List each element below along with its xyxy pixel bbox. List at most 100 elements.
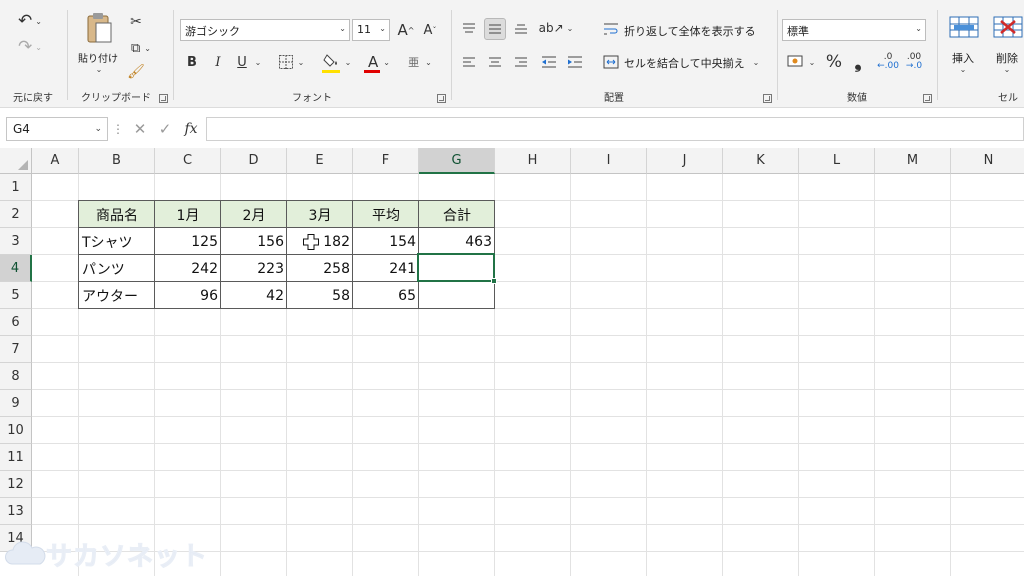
select-all-button[interactable]: [0, 148, 32, 174]
underline-button[interactable]: U: [234, 52, 250, 72]
wrap-text-icon[interactable]: [602, 20, 620, 38]
row-header-13[interactable]: 13: [0, 498, 32, 525]
table-cell[interactable]: パンツ: [79, 255, 155, 282]
insert-function-button[interactable]: fx: [180, 119, 202, 139]
merge-dropdown-icon[interactable]: ⌄: [750, 54, 762, 70]
table-cell[interactable]: 96: [155, 282, 221, 309]
enter-icon[interactable]: ✓: [155, 119, 175, 139]
table-cell[interactable]: 463: [419, 228, 495, 255]
increase-indent-icon[interactable]: [566, 52, 584, 72]
table-header-cell[interactable]: 商品名: [79, 201, 155, 228]
column-header-i[interactable]: I: [571, 148, 647, 174]
table-cell[interactable]: 242: [155, 255, 221, 282]
wrap-text-button[interactable]: 折り返して全体を表示する: [624, 23, 756, 39]
paste-icon[interactable]: [82, 10, 116, 46]
font-name-select[interactable]: 游ゴシック ⌄: [180, 19, 350, 41]
column-header-b[interactable]: B: [79, 148, 155, 174]
row-header-10[interactable]: 10: [0, 417, 32, 444]
table-header-cell[interactable]: 1月: [155, 201, 221, 228]
cut-icon[interactable]: ✂: [126, 12, 146, 32]
column-header-l[interactable]: L: [799, 148, 875, 174]
column-header-n[interactable]: N: [951, 148, 1024, 174]
table-cell[interactable]: 182: [287, 228, 353, 255]
row-header-11[interactable]: 11: [0, 444, 32, 471]
cancel-icon[interactable]: ✕: [130, 119, 150, 139]
font-size-select[interactable]: 11 ⌄: [352, 19, 390, 41]
insert-dropdown-icon[interactable]: ⌄: [958, 64, 968, 74]
row-header-12[interactable]: 12: [0, 471, 32, 498]
fill-handle[interactable]: [491, 278, 497, 284]
table-cell[interactable]: 241: [353, 255, 419, 282]
border-icon[interactable]: ⌄: [276, 52, 306, 72]
column-header-g[interactable]: G: [419, 148, 495, 174]
table-header-cell[interactable]: 3月: [287, 201, 353, 228]
grow-font-icon[interactable]: A ^: [396, 20, 416, 40]
number-launcher-icon[interactable]: [923, 94, 932, 103]
column-header-f[interactable]: F: [353, 148, 419, 174]
table-cell[interactable]: 154: [353, 228, 419, 255]
undo-icon[interactable]: ↶ ⌄: [18, 10, 42, 32]
comma-button[interactable]: ❟: [850, 52, 866, 73]
table-cell[interactable]: 125: [155, 228, 221, 255]
row-header-1[interactable]: 1: [0, 174, 32, 201]
row-header-6[interactable]: 6: [0, 309, 32, 336]
formula-bar-grip-icon[interactable]: ⋮: [112, 120, 124, 138]
shrink-font-icon[interactable]: Aˇ: [420, 20, 440, 40]
merge-center-button[interactable]: セルを結合して中央揃え: [624, 55, 745, 71]
align-center-icon[interactable]: [486, 52, 504, 72]
row-header-2[interactable]: 2: [0, 201, 32, 228]
column-header-d[interactable]: D: [221, 148, 287, 174]
column-header-k[interactable]: K: [723, 148, 799, 174]
furigana-icon[interactable]: 亜 ⌄: [406, 52, 434, 72]
column-header-e[interactable]: E: [287, 148, 353, 174]
column-header-a[interactable]: A: [32, 148, 79, 174]
decrease-indent-icon[interactable]: [540, 52, 558, 72]
table-cell[interactable]: 223: [221, 255, 287, 282]
clipboard-launcher-icon[interactable]: [159, 94, 168, 103]
align-right-icon[interactable]: [512, 52, 530, 72]
name-box[interactable]: G4 ⌄: [6, 117, 108, 141]
merge-center-icon[interactable]: [602, 53, 620, 71]
column-header-j[interactable]: J: [647, 148, 723, 174]
bold-button[interactable]: B: [184, 52, 200, 72]
bottom-align-icon[interactable]: [512, 18, 530, 38]
redo-icon[interactable]: ↷ ⌄: [18, 36, 42, 58]
table-cell[interactable]: 258: [287, 255, 353, 282]
insert-cells-icon[interactable]: [948, 14, 980, 40]
currency-icon[interactable]: ⌄: [784, 52, 818, 72]
row-header-5[interactable]: 5: [0, 282, 32, 309]
top-align-icon[interactable]: [460, 18, 478, 38]
table-cell[interactable]: 156: [221, 228, 287, 255]
column-header-m[interactable]: M: [875, 148, 951, 174]
number-format-select[interactable]: 標準 ⌄: [782, 19, 926, 41]
formula-input[interactable]: [206, 117, 1024, 141]
table-header-cell[interactable]: 合計: [419, 201, 495, 228]
decrease-decimal-icon[interactable]: .00 →.0: [904, 52, 924, 72]
table-cell[interactable]: Tシャツ: [79, 228, 155, 255]
alignment-launcher-icon[interactable]: [763, 94, 772, 103]
row-header-4[interactable]: 4: [0, 255, 32, 282]
increase-decimal-icon[interactable]: .0 ←.00: [877, 52, 899, 72]
row-header-7[interactable]: 7: [0, 336, 32, 363]
delete-dropdown-icon[interactable]: ⌄: [1002, 64, 1012, 74]
percent-button[interactable]: %: [824, 52, 844, 72]
font-launcher-icon[interactable]: [437, 94, 446, 103]
row-header-3[interactable]: 3: [0, 228, 32, 255]
column-header-h[interactable]: H: [495, 148, 571, 174]
active-cell-g4[interactable]: [417, 253, 495, 282]
row-header-9[interactable]: 9: [0, 390, 32, 417]
underline-dropdown-icon[interactable]: ⌄: [252, 52, 264, 72]
paste-button[interactable]: 貼り付け: [78, 50, 118, 65]
table-header-cell[interactable]: 2月: [221, 201, 287, 228]
table-cell[interactable]: 65: [353, 282, 419, 309]
table-cell[interactable]: アウター: [79, 282, 155, 309]
table-cell[interactable]: 58: [287, 282, 353, 309]
column-header-c[interactable]: C: [155, 148, 221, 174]
paste-dropdown-icon[interactable]: ⌄: [94, 64, 104, 74]
align-left-icon[interactable]: [460, 52, 478, 72]
italic-button[interactable]: I: [210, 52, 226, 72]
middle-align-icon[interactable]: [484, 18, 506, 40]
format-painter-icon[interactable]: 🖌: [126, 62, 146, 82]
row-header-8[interactable]: 8: [0, 363, 32, 390]
table-header-cell[interactable]: 平均: [353, 201, 419, 228]
